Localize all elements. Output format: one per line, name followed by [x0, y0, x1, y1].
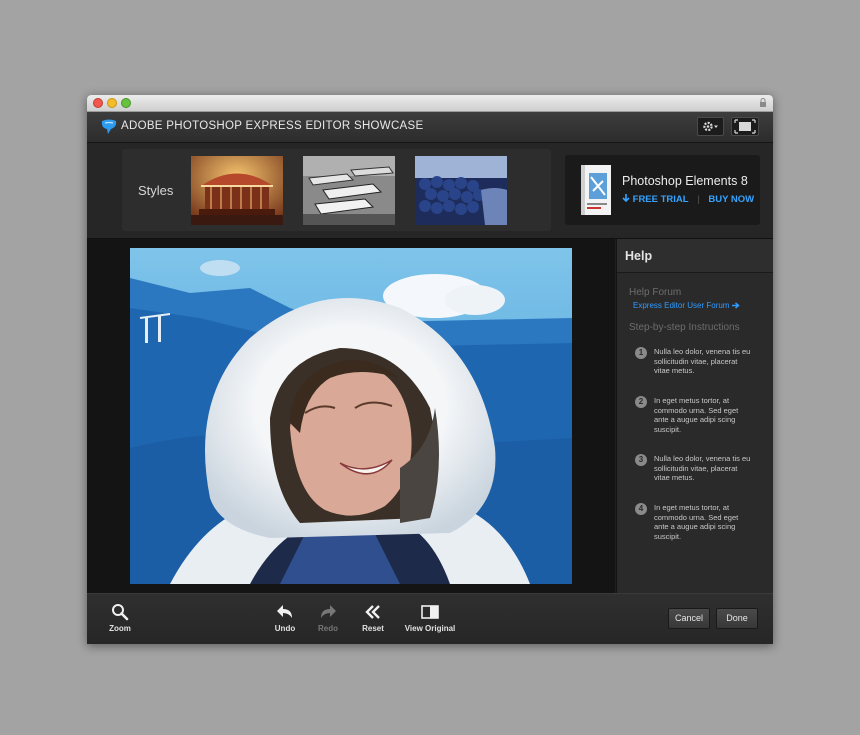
style-thumb-boats[interactable] — [303, 156, 395, 225]
magnifier-icon — [112, 604, 129, 621]
promo-links: FREE TRIAL | BUY NOW — [622, 194, 754, 205]
maximize-window-button[interactable] — [121, 98, 131, 108]
canvas-area — [87, 239, 615, 593]
minimize-window-button[interactable] — [107, 98, 117, 108]
step-text: Nulla leo dolor, venena tis eu sollicitu… — [654, 454, 751, 482]
buy-now-link[interactable]: BUY NOW — [708, 194, 754, 205]
fullscreen-icon — [734, 119, 756, 134]
styles-area: Styles Photoshop Elements 8 FREE TRIAL |… — [87, 143, 773, 239]
free-trial-label: FREE TRIAL — [632, 194, 689, 205]
undo-label: Undo — [274, 624, 296, 633]
edited-photo[interactable] — [130, 248, 572, 584]
lock-icon — [760, 98, 766, 107]
instructions-heading: Step-by-step Instructions — [629, 322, 740, 333]
redo-label: Redo — [318, 624, 338, 633]
free-trial-link[interactable]: FREE TRIAL — [622, 194, 689, 205]
zoom-button[interactable]: Zoom — [105, 603, 135, 633]
style-thumb-carousel[interactable] — [191, 156, 283, 225]
app-title: ADOBE PHOTOSHOP EXPRESS EDITOR SHOWCASE — [121, 120, 424, 132]
step-number-badge: 3 — [635, 454, 647, 466]
style-thumb-blueberries[interactable] — [415, 156, 507, 225]
help-forum-link-label: Express Editor User Forum — [633, 301, 730, 310]
done-button[interactable]: Done — [716, 608, 758, 629]
cancel-button[interactable]: Cancel — [668, 608, 710, 629]
undo-icon — [277, 605, 292, 618]
styles-label: Styles — [138, 183, 174, 198]
product-box-image — [581, 165, 611, 215]
bottom-toolbar: Zoom Undo Redo Reset View Original Cance… — [87, 593, 773, 644]
promo-panel: Photoshop Elements 8 FREE TRIAL | BUY NO… — [565, 155, 760, 225]
help-header: Help — [617, 239, 773, 273]
step-number-badge: 4 — [635, 503, 647, 515]
styles-panel: Styles — [122, 149, 551, 231]
view-original-label: View Original — [404, 624, 456, 633]
reset-icon — [365, 605, 380, 619]
close-window-button[interactable] — [93, 98, 103, 108]
settings-button[interactable] — [697, 117, 724, 136]
view-original-button[interactable]: View Original — [400, 603, 460, 633]
promo-separator: | — [697, 194, 700, 205]
window-chrome — [87, 95, 773, 112]
redo-button[interactable]: Redo — [313, 603, 343, 633]
step-text: In eget metus tortor, at commodo urna. S… — [654, 503, 739, 541]
redo-icon — [321, 605, 336, 618]
reset-button[interactable]: Reset — [358, 603, 388, 633]
step-number-badge: 1 — [635, 347, 647, 359]
app-header: ADOBE PHOTOSHOP EXPRESS EDITOR SHOWCASE — [87, 112, 773, 143]
step-text: In eget metus tortor, at commodo urna. S… — [654, 396, 739, 434]
photoshop-express-logo-icon — [101, 119, 117, 134]
help-forum-link[interactable]: Express Editor User Forum — [633, 301, 740, 310]
download-arrow-icon — [622, 194, 630, 203]
help-panel: Help Help Forum Express Editor User Foru… — [616, 239, 773, 593]
promo-product-name: Photoshop Elements 8 — [622, 174, 748, 188]
fullscreen-button[interactable] — [731, 117, 759, 136]
step-number-badge: 2 — [635, 396, 647, 408]
app-window: ADOBE PHOTOSHOP EXPRESS EDITOR SHOWCASE … — [87, 95, 773, 644]
arrow-right-icon — [731, 302, 740, 309]
zoom-label: Zoom — [109, 624, 131, 633]
reset-label: Reset — [362, 624, 384, 633]
undo-button[interactable]: Undo — [270, 603, 300, 633]
step-text: Nulla leo dolor, venena tis eu sollicitu… — [654, 347, 751, 375]
compare-icon — [421, 605, 439, 619]
help-title: Help — [625, 249, 653, 263]
help-forum-heading: Help Forum — [629, 287, 682, 298]
gear-icon — [703, 121, 718, 132]
